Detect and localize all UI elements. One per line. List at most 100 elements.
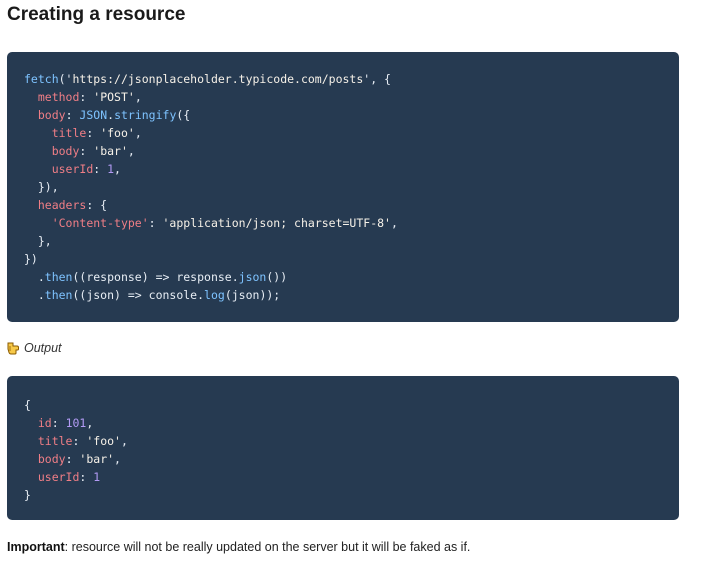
code-line: { (24, 396, 128, 414)
code-token: 1 (93, 470, 101, 484)
code-token: . (24, 270, 45, 284)
code-token: : (93, 162, 108, 176)
code-token: ', { (363, 72, 391, 86)
code-token: } (24, 488, 31, 502)
code-token: 'POST' (93, 90, 135, 104)
code-line: headers: { (24, 196, 398, 214)
code-token: . (24, 288, 45, 302)
code-token: 'Content-type' (51, 216, 149, 230)
important-note: Important: resource will not be really u… (7, 540, 470, 554)
code-line: body: 'bar', (24, 450, 128, 468)
code-token: , (127, 144, 135, 158)
code-token: json (238, 270, 267, 284)
code-token: : (72, 434, 87, 448)
code-line: title: 'foo', (24, 124, 398, 142)
code-line: title: 'foo', (24, 432, 128, 450)
code-line: .then((json) => console.log(json)); (24, 286, 398, 304)
code-token: body (37, 108, 66, 122)
code-token: (' (58, 72, 73, 86)
code-token: : (65, 108, 80, 122)
output-label: Output (7, 341, 62, 355)
code-token: ({ (176, 108, 191, 122)
code-token: title (37, 434, 73, 448)
code-token: : (86, 126, 101, 140)
code-token: body (51, 144, 80, 158)
code-token: 101 (65, 416, 87, 430)
code-token: , (120, 434, 128, 448)
code-token: : (79, 470, 94, 484)
code-token: 'bar' (93, 144, 128, 158)
code-token: , (134, 126, 142, 140)
code-token: , (114, 452, 121, 466)
pointing-hand-icon (7, 342, 19, 355)
code-token: }) (24, 252, 38, 266)
code-token: ((response) => response. (72, 270, 239, 284)
code-line: userId: 1, (24, 160, 398, 178)
code-token: : (79, 90, 94, 104)
code-line: 'Content-type': 'application/json; chars… (24, 214, 398, 232)
code-line: method: 'POST', (24, 88, 398, 106)
request-code-lines: fetch('https://jsonplaceholder.typicode.… (24, 70, 398, 304)
code-token: id (37, 416, 52, 430)
code-token: log (204, 288, 225, 302)
code-token: , (114, 162, 121, 176)
important-text: : resource will not be really updated on… (64, 540, 471, 554)
code-token: stringify (114, 108, 177, 122)
code-line: body: 'bar', (24, 142, 398, 160)
page-title: Creating a resource (7, 4, 186, 25)
code-token: : (79, 144, 94, 158)
code-line: userId: 1 (24, 468, 128, 486)
code-line: }) (24, 250, 398, 268)
code-token: body (37, 452, 66, 466)
code-token: https://jsonplaceholder.typicode.com/pos… (72, 72, 364, 86)
output-label-text: Output (24, 341, 62, 355)
code-token: headers (37, 198, 87, 212)
code-token: ()) (266, 270, 288, 284)
code-line: body: JSON.stringify({ (24, 106, 398, 124)
code-token: fetch (24, 72, 59, 86)
code-line: }), (24, 178, 398, 196)
code-token: JSON (79, 108, 108, 122)
code-line: } (24, 486, 128, 504)
response-code-lines: { id: 101, title: 'foo', body: 'bar', us… (24, 396, 128, 504)
code-token: userId (37, 470, 80, 484)
code-line: .then((response) => response.json()) (24, 268, 398, 286)
code-token: ((json) => console. (72, 288, 205, 302)
code-token: : (148, 216, 163, 230)
code-token: method (37, 90, 80, 104)
code-token: : (65, 452, 80, 466)
code-line: id: 101, (24, 414, 128, 432)
response-code-block[interactable]: { id: 101, title: 'foo', body: 'bar', us… (7, 376, 679, 520)
code-line: }, (24, 232, 398, 250)
code-token: , (134, 90, 142, 104)
code-token: userId (51, 162, 94, 176)
code-token: : (51, 416, 66, 430)
code-token: : { (86, 198, 108, 212)
request-code-block[interactable]: fetch('https://jsonplaceholder.typicode.… (7, 52, 679, 322)
code-line: fetch('https://jsonplaceholder.typicode.… (24, 70, 398, 88)
code-token: 'foo' (100, 126, 135, 140)
code-token: title (51, 126, 87, 140)
code-token: 1 (107, 162, 115, 176)
code-token: { (24, 398, 31, 412)
code-token: 'application/json; charset=UTF-8' (162, 216, 391, 230)
code-token: then (44, 270, 73, 284)
code-token: }), (24, 180, 59, 194)
code-token: }, (24, 234, 52, 248)
code-token: 'bar' (79, 452, 115, 466)
important-label: Important (7, 540, 65, 554)
code-token: 'foo' (86, 434, 121, 448)
code-token: then (44, 288, 73, 302)
code-token: , (86, 416, 94, 430)
